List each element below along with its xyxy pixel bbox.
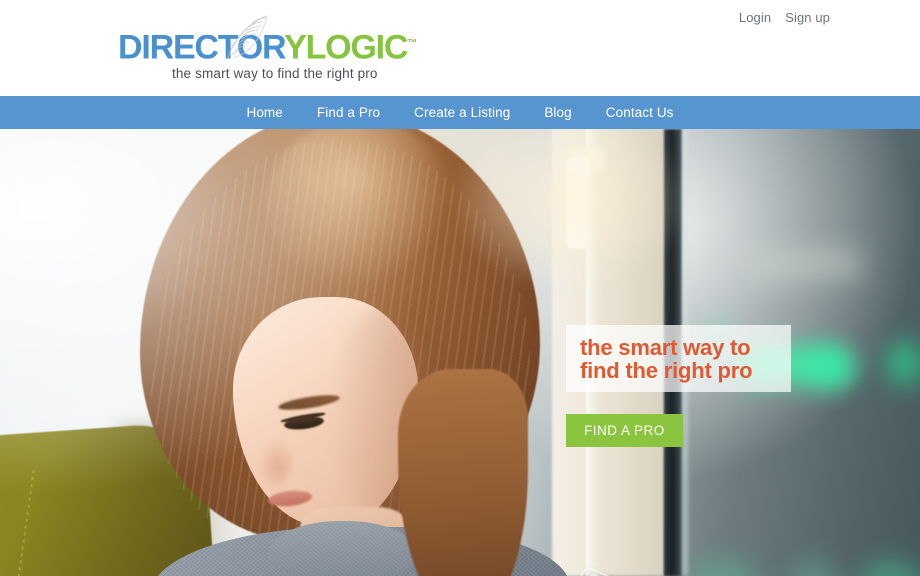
main-navigation: Home Find a Pro Create a Listing Blog Co… (0, 96, 920, 129)
logo-tagline: the smart way to find the right pro (172, 66, 378, 81)
nav-item-find-a-pro[interactable]: Find a Pro (300, 96, 397, 129)
hero-section: the smart way to find the right pro FIND… (0, 129, 920, 576)
bokeh-light (888, 341, 920, 385)
bokeh-light (742, 249, 862, 279)
nose (258, 439, 292, 485)
hero-headline-line-2: find the right pro (580, 357, 753, 383)
signup-link[interactable]: Sign up (785, 10, 830, 25)
login-link[interactable]: Login (739, 10, 771, 25)
logo-text-y: Y (284, 28, 307, 67)
sweater-collar (268, 521, 418, 576)
logo-wordmark: DIRECTORYLOGIC™ (118, 15, 417, 65)
nav-item-create-a-listing[interactable]: Create a Listing (397, 96, 527, 129)
logo-trademark: ™ (407, 38, 418, 49)
nav-item-contact-us[interactable]: Contact Us (589, 96, 691, 129)
nav-item-blog[interactable]: Blog (527, 96, 588, 129)
hair-front (398, 369, 528, 576)
logo-text-directory: DIRECTOR (118, 28, 285, 67)
logo-text-logic: LOGIC (305, 28, 409, 67)
hero-headline-line-1: the smart way to (580, 334, 751, 360)
site-header: Login Sign up DIRECTORYLOGIC™ the smart … (0, 0, 920, 96)
site-logo[interactable]: DIRECTORYLOGIC™ the smart way to find th… (118, 15, 417, 84)
window-handle (566, 157, 588, 249)
find-a-pro-button[interactable]: FIND A PRO (566, 414, 683, 447)
hero-headline-panel: the smart way to find the right pro (566, 325, 791, 392)
nav-list: Home Find a Pro Create a Listing Blog Co… (229, 96, 690, 129)
bokeh-light (808, 351, 854, 385)
nav-item-home[interactable]: Home (229, 96, 299, 129)
